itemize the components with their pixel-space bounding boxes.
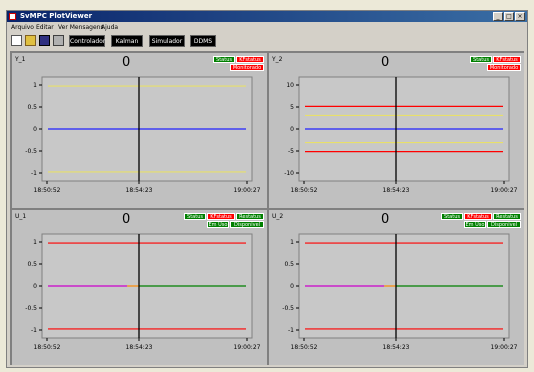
y-tick-label: 10 bbox=[286, 82, 294, 89]
menu-ver-mensagens[interactable]: Ver Mensagens bbox=[58, 23, 104, 32]
y-tick-label: -0.5 bbox=[25, 305, 37, 312]
x-tick-label: 18:54:23 bbox=[383, 344, 410, 351]
y-tick-label: -5 bbox=[288, 148, 294, 155]
menu-arquivo[interactable]: Arquivo bbox=[11, 23, 34, 32]
x-tick-label: 19:00:27 bbox=[234, 344, 261, 351]
app-title: SvMPC PlotViewer bbox=[20, 12, 93, 20]
y-tick-label: -1 bbox=[31, 170, 37, 177]
app-window: SvMPC PlotViewer _ □ × Arquivo Editar Ve… bbox=[6, 10, 528, 368]
controlador-button[interactable]: Controlador bbox=[69, 35, 105, 47]
plot-chart: 1 0.5 0 -0.5 -1 18:50:52 18:54:23 19:00:27 bbox=[25, 233, 261, 351]
y-tick-label: 1 bbox=[33, 239, 37, 246]
x-tick-label: 19:00:27 bbox=[234, 187, 261, 194]
x-tick-label: 19:00:27 bbox=[491, 344, 518, 351]
plot-chart: 1 0.5 0 -0.5 -1 18:50:52 18:54:23 19:00:27 bbox=[282, 233, 518, 351]
save-icon[interactable] bbox=[39, 35, 50, 46]
y-tick-label: 0 bbox=[290, 283, 294, 290]
y-tick-label: 1 bbox=[290, 239, 294, 246]
x-tick-label: 18:50:52 bbox=[34, 344, 61, 351]
plot-panel: Y_2 0 KFstatus Status Monitorado 10 5 0 -5 -10 18:… bbox=[269, 53, 524, 208]
new-file-icon[interactable] bbox=[11, 35, 22, 46]
plot-panel: U_2 0 Restatus KFstatus Status Disponivel Em U… bbox=[269, 210, 524, 365]
plot-chart: 1 0.5 0 -0.5 -1 18:50:52 18:54:23 19:00:27 bbox=[25, 76, 261, 194]
kalman-button[interactable]: Kalman bbox=[111, 35, 143, 47]
x-tick-label: 18:54:23 bbox=[126, 187, 153, 194]
open-folder-icon[interactable] bbox=[25, 35, 36, 46]
simulador-button[interactable]: Simulador bbox=[149, 35, 185, 47]
x-tick-label: 18:50:52 bbox=[291, 344, 318, 351]
x-tick-label: 18:50:52 bbox=[291, 187, 318, 194]
y-tick-label: 0.5 bbox=[27, 104, 37, 111]
plot-panel: U_1 0 Restatus KFstatus Status Disponivel Em U… bbox=[12, 210, 267, 365]
close-button[interactable]: × bbox=[515, 12, 525, 21]
x-tick-label: 19:00:27 bbox=[491, 187, 518, 194]
x-tick-label: 18:50:52 bbox=[34, 187, 61, 194]
menu-editar[interactable]: Editar bbox=[36, 23, 54, 32]
y-tick-label: 1 bbox=[33, 82, 37, 89]
y-tick-label: 0 bbox=[33, 283, 37, 290]
y-tick-label: -0.5 bbox=[282, 305, 294, 312]
y-tick-label: 5 bbox=[290, 104, 294, 111]
app-icon bbox=[9, 13, 16, 20]
y-tick-label: -10 bbox=[284, 170, 294, 177]
y-tick-label: -1 bbox=[288, 327, 294, 334]
y-tick-label: -0.5 bbox=[25, 148, 37, 155]
y-tick-label: 0 bbox=[290, 126, 294, 133]
menu-bar: Arquivo Editar Ver Mensagens Ajuda bbox=[7, 23, 527, 32]
x-tick-label: 18:54:23 bbox=[126, 344, 153, 351]
y-tick-label: 0 bbox=[33, 126, 37, 133]
plot-chart: 10 5 0 -5 -10 18:50:52 18:54:23 19:00:27 bbox=[284, 76, 518, 194]
minimize-button[interactable]: _ bbox=[493, 12, 503, 21]
print-icon[interactable] bbox=[53, 35, 64, 46]
maximize-button[interactable]: □ bbox=[504, 12, 514, 21]
title-bar[interactable]: SvMPC PlotViewer _ □ × bbox=[7, 11, 527, 22]
toolbar: Controlador Kalman Simulador DDMS bbox=[7, 33, 527, 49]
y-tick-label: -1 bbox=[31, 327, 37, 334]
ddms-button[interactable]: DDMS bbox=[190, 35, 216, 47]
plot-area: Y_1 0 KFstatus Status Monitorado 1 0.5 0 -0.5 -1 1… bbox=[10, 51, 524, 365]
y-tick-label: 0.5 bbox=[284, 261, 294, 268]
x-tick-label: 18:54:23 bbox=[383, 187, 410, 194]
y-tick-label: 0.5 bbox=[27, 261, 37, 268]
menu-ajuda[interactable]: Ajuda bbox=[101, 23, 118, 32]
plot-panel: Y_1 0 KFstatus Status Monitorado 1 0.5 0 -0.5 -1 1… bbox=[12, 53, 267, 208]
